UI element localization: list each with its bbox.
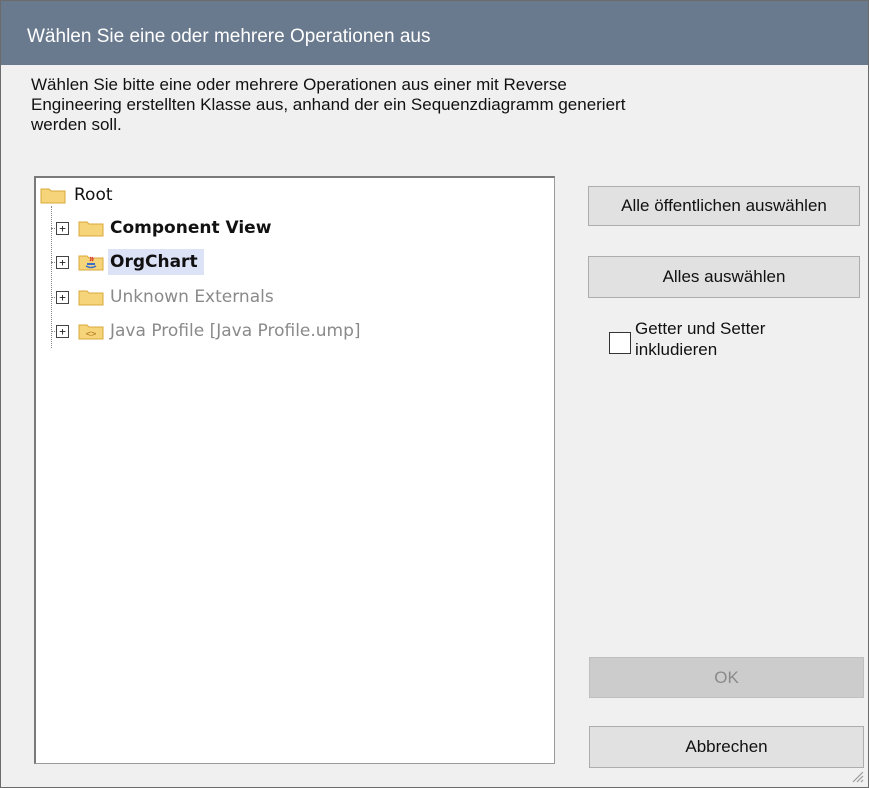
tree-item-label: Java Profile [Java Profile.ump] xyxy=(110,321,361,341)
svg-text:<>: <> xyxy=(86,330,97,340)
getters-setters-label[interactable]: Getter und Setter inkludieren xyxy=(635,318,765,360)
expand-icon[interactable]: + xyxy=(56,222,69,235)
profile-package-icon: <> xyxy=(78,324,104,340)
tree-item-label: Root xyxy=(74,185,113,205)
tree-item-component-view[interactable]: + Component View xyxy=(56,215,536,241)
class-tree[interactable]: Root + Component View + OrgChart + Unkno… xyxy=(34,176,555,764)
description-line: Wählen Sie bitte eine oder mehrere Opera… xyxy=(31,75,567,94)
getters-setters-label-line: inkludieren xyxy=(635,340,718,359)
description-line: werden soll. xyxy=(31,115,122,134)
ok-button[interactable]: OK xyxy=(589,657,864,698)
tree-item-label: OrgChart xyxy=(108,249,204,275)
getters-setters-checkbox[interactable] xyxy=(609,332,631,354)
java-package-icon xyxy=(78,255,104,271)
folder-icon xyxy=(78,290,104,306)
resize-grip-icon[interactable] xyxy=(850,769,864,783)
operations-dialog: Wählen Sie eine oder mehrere Operationen… xyxy=(0,0,869,788)
folder-icon xyxy=(78,221,104,237)
select-public-button[interactable]: Alle öffentlichen auswählen xyxy=(588,186,860,226)
select-all-button[interactable]: Alles auswählen xyxy=(588,256,860,298)
tree-item-orgchart[interactable]: + OrgChart xyxy=(56,249,536,275)
description-line: Engineering erstellten Klasse aus, anhan… xyxy=(31,95,626,114)
expand-icon[interactable]: + xyxy=(56,291,69,304)
getters-setters-label-line: Getter und Setter xyxy=(635,319,766,338)
tree-item-java-profile[interactable]: + <> Java Profile [Java Profile.ump] xyxy=(56,318,536,344)
folder-icon xyxy=(40,188,66,204)
tree-item-unknown-externals[interactable]: + Unknown Externals xyxy=(56,284,536,310)
tree-item-label: Component View xyxy=(110,218,272,238)
cancel-button[interactable]: Abbrechen xyxy=(589,726,864,768)
description-text: Wählen Sie bitte eine oder mehrere Opera… xyxy=(31,75,791,135)
title-bar[interactable]: Wählen Sie eine oder mehrere Operationen… xyxy=(1,1,868,65)
expand-icon[interactable]: + xyxy=(56,325,69,338)
expand-icon[interactable]: + xyxy=(56,256,69,269)
tree-item-label: Unknown Externals xyxy=(110,287,274,307)
window-title: Wählen Sie eine oder mehrere Operationen… xyxy=(27,26,431,47)
